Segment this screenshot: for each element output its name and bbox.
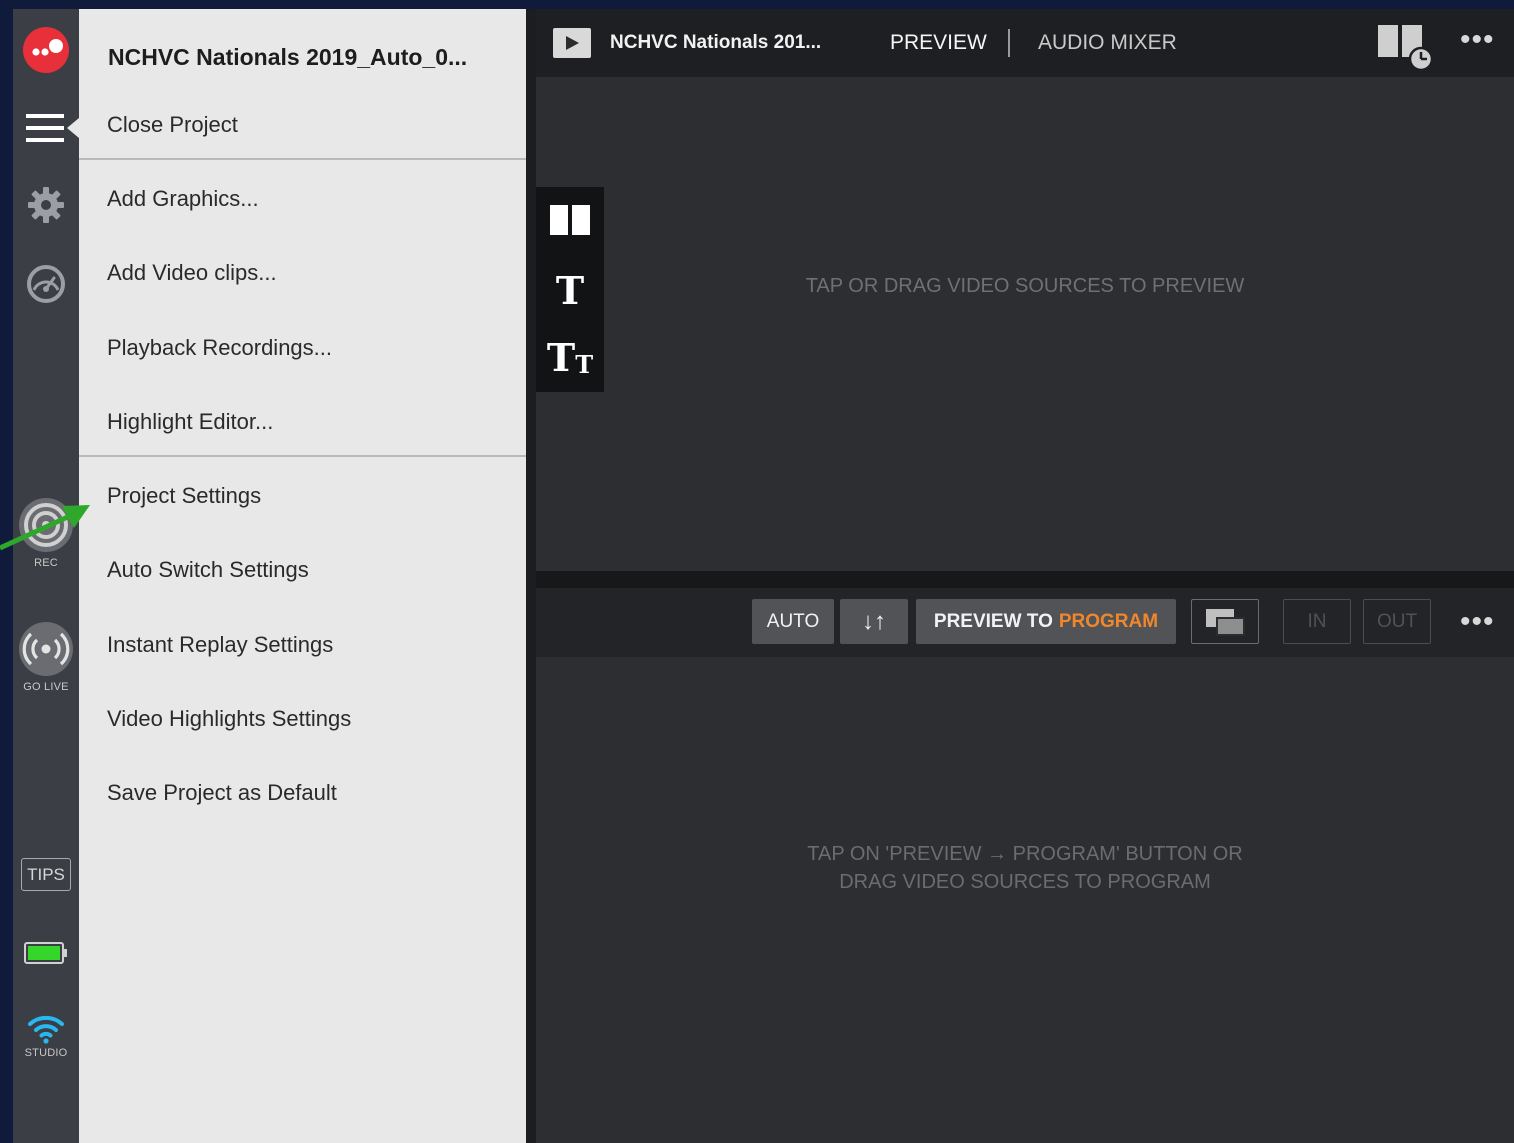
- play-icon: [566, 36, 579, 50]
- preview-hint: TAP OR DRAG VIDEO SOURCES TO PREVIEW: [805, 275, 1245, 297]
- program-hint-line2: DRAG VIDEO SOURCES TO PROGRAM: [839, 871, 1211, 893]
- project-title-short: NCHVC Nationals 201...: [610, 32, 822, 53]
- layout-history-button[interactable]: [1376, 23, 1434, 76]
- go-live-label: GO LIVE: [23, 681, 69, 693]
- studio-wifi[interactable]: STUDIO: [13, 1012, 79, 1059]
- gauge-icon[interactable]: [13, 264, 79, 304]
- window-frame-top: [0, 0, 1514, 9]
- menu-item-instant-replay-settings[interactable]: Instant Replay Settings: [107, 632, 333, 658]
- tab-preview[interactable]: PREVIEW: [890, 31, 987, 55]
- program-pane[interactable]: TAP ON 'PREVIEW → PROGRAM' BUTTON OR DRA…: [536, 657, 1514, 1143]
- menu-item-video-highlights-settings[interactable]: Video Highlights Settings: [107, 706, 351, 732]
- project-menu-panel: NCHVC Nationals 2019_Auto_0... Close Pro…: [79, 9, 526, 1143]
- project-title: NCHVC Nationals 2019_Auto_0...: [108, 44, 468, 70]
- wifi-icon: [28, 1015, 64, 1044]
- play-button[interactable]: [553, 28, 591, 58]
- pane-divider: [536, 571, 1514, 588]
- go-live-button[interactable]: GO LIVE: [13, 620, 79, 693]
- rec-label: REC: [34, 557, 58, 569]
- layout-clock-icon: [1378, 25, 1434, 72]
- title-icon[interactable]: T: [536, 268, 604, 313]
- tips-button[interactable]: TIPS: [21, 858, 71, 891]
- layout-icon[interactable]: [536, 203, 604, 237]
- tab-audio-mixer[interactable]: AUDIO MIXER: [1038, 31, 1177, 55]
- pip-icon: [1206, 608, 1245, 636]
- battery-icon: [13, 941, 79, 965]
- preview-to-label: PREVIEW TO: [933, 610, 1053, 632]
- app-logo-icon[interactable]: [13, 25, 79, 75]
- studio-label: STUDIO: [24, 1047, 68, 1059]
- menu-item-auto-switch-settings[interactable]: Auto Switch Settings: [107, 557, 309, 583]
- more-options-icon[interactable]: •••: [1460, 25, 1495, 55]
- pip-button[interactable]: [1191, 599, 1259, 644]
- menu-item-save-project-as-default[interactable]: Save Project as Default: [107, 780, 337, 806]
- menu-divider: [79, 455, 526, 457]
- swap-button[interactable]: ↓↑: [840, 599, 908, 644]
- top-bar: NCHVC Nationals 201... PREVIEW AUDIO MIX…: [536, 9, 1514, 77]
- menu-item-project-settings[interactable]: Project Settings: [107, 483, 261, 509]
- menu-item-playback-recordings[interactable]: Playback Recordings...: [107, 335, 332, 361]
- preview-to-program-button[interactable]: PREVIEW TO PROGRAM: [916, 599, 1176, 644]
- program-label: PROGRAM: [1058, 610, 1159, 632]
- tab-separator: [1008, 29, 1010, 57]
- menu-item-close-project[interactable]: Close Project: [107, 112, 238, 138]
- menu-item-add-video-clips[interactable]: Add Video clips...: [107, 260, 277, 286]
- text-size-icon[interactable]: TT: [536, 335, 604, 380]
- more-options-icon[interactable]: •••: [1460, 607, 1495, 637]
- left-rail: REC GO LIVE TIPS STUDIO: [13, 9, 79, 1143]
- window-frame-left: [0, 0, 13, 1143]
- auto-button[interactable]: AUTO: [752, 599, 834, 644]
- switch-control-bar: AUTO ↓↑ PREVIEW TO PROGRAM IN OUT •••: [536, 588, 1514, 657]
- menu-icon[interactable]: [13, 109, 79, 149]
- record-icon: [19, 498, 73, 552]
- broadcast-icon: [19, 622, 73, 676]
- menu-item-add-graphics[interactable]: Add Graphics...: [107, 186, 259, 212]
- menu-item-highlight-editor[interactable]: Highlight Editor...: [107, 409, 273, 435]
- program-hint-line1: TAP ON 'PREVIEW → PROGRAM' BUTTON OR: [807, 843, 1243, 865]
- out-button[interactable]: OUT: [1363, 599, 1431, 644]
- graphics-toolbar: T TT: [536, 187, 604, 392]
- rec-button[interactable]: REC: [13, 496, 79, 569]
- panel-divider: [526, 9, 536, 1143]
- gear-icon[interactable]: [13, 186, 79, 224]
- preview-pane[interactable]: TAP OR DRAG VIDEO SOURCES TO PREVIEW: [536, 77, 1514, 571]
- in-button[interactable]: IN: [1283, 599, 1351, 644]
- battery-fill: [28, 946, 60, 960]
- menu-divider: [79, 158, 526, 160]
